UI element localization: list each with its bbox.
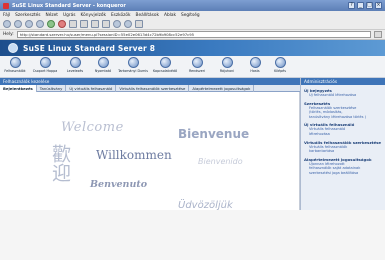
admin-sidebar: Adminisztrációs Új bejegyzés Új felhaszn… [300,78,385,210]
url-input[interactable]: http://standard.szerver.hu/suser/menu.pl… [16,31,371,38]
exit-icon [274,57,286,68]
app-item-users[interactable]: Felhasználók [0,57,30,73]
home-icon[interactable] [36,20,44,28]
app-item-label: Rájuhoni [219,69,235,73]
browser-window: SuSE Linux Standard Server - konqueror ?… [0,0,385,260]
connection-icon [159,57,171,68]
menu-file[interactable]: Fájl [3,13,10,18]
app-item-label: Hosts [250,69,260,73]
app-toolbar: Felhasználók Csoport Hoppa Levelezés Nyo… [0,56,385,78]
tab-new-virtual-user[interactable]: Új virtuális felhasználó [66,85,117,92]
tab-default-permissions[interactable]: Alapértelmezett jogosultságok [189,85,255,92]
title-bar: SuSE Linux Standard Server - konqueror ?… [0,0,385,11]
paste-icon[interactable] [91,20,99,28]
app-item-label: Levelezés [66,69,84,73]
copy-icon[interactable] [80,20,88,28]
app-item-label: Kapcsolatvédő [152,69,178,73]
app-item-label: Rendszeri [188,69,206,73]
brand-title: SuSE Linux Standard Server 8 [23,43,156,53]
app-item-label: Felhasználók [4,69,26,73]
sidebar-group-new-virtual: Új virtuális felhasználó Virtuális felha… [301,119,385,136]
navigation-toolbar [0,19,385,30]
reload-icon[interactable] [47,20,55,28]
go-button[interactable] [374,31,382,38]
groups-icon [39,57,51,68]
suse-logo-icon [8,43,18,53]
sidebar-header: Adminisztrációs [301,78,385,85]
location-label: Hely: [3,32,14,37]
app-item-groups[interactable]: Csoport Hoppa [30,57,60,73]
zoom-in-icon[interactable] [113,20,121,28]
window-controls: ? _ □ × [348,2,382,9]
menu-window[interactable]: Ablak [164,13,176,18]
brand-header: SuSE Linux Standard Server 8 [0,40,385,56]
sidebar-group-edit-virtual: Virtuális felhasználók szerkesztése Virt… [301,137,385,154]
print-icon[interactable] [102,20,110,28]
domain-icon [127,57,139,68]
tab-certificate[interactable]: Tanúsítvány [37,85,67,92]
app-item-label: Tartományi Dumis [118,69,148,73]
sidebar-group-new-entry: Új bejegyzés Új felhasználó létrehozása [301,85,385,98]
sidebar-group-edit: Szerkesztés Felhasználók szerkesztése (t… [301,98,385,120]
settings-icon [221,57,233,68]
close-button[interactable]: × [375,2,382,9]
app-item-label: Kilépés [274,69,286,73]
minimize-button[interactable]: _ [357,2,364,9]
welcome-text-en: Welcome [61,120,124,135]
app-item-label: Nyomtató [94,69,112,73]
welcome-text-fr: Bienvenue [178,127,250,141]
app-item-settings[interactable]: Rájuhoni [212,57,242,73]
cut-icon[interactable] [69,20,77,28]
menu-edit[interactable]: Szerkesztés [15,13,40,18]
back-icon[interactable] [3,20,11,28]
zoom-out-icon[interactable] [124,20,132,28]
printer-icon [97,57,109,68]
section-title: Felhasználók kezelése [0,78,300,85]
sidebar-link-detail[interactable]: szerkesztési joga beállítása [304,171,385,176]
app-item-exit[interactable]: Kilépés [265,57,295,73]
menu-bar: Fájl Szerkesztés Nézet Ugrás Könyvjelzők… [0,11,385,19]
hosts-icon [249,57,261,68]
stop-icon[interactable] [58,20,66,28]
konqueror-icon [3,2,9,9]
welcome-text-it: Benvenuto [90,179,148,190]
menu-settings[interactable]: Beállítások [136,13,159,18]
menu-help[interactable]: Segítség [181,13,200,18]
empty-page-area [0,210,385,260]
up-icon[interactable] [25,20,33,28]
tab-bar: Bejelentkezés Tanúsítvány Új virtuális f… [0,85,300,92]
app-item-connection[interactable]: Kapcsolatvédő [150,57,180,73]
app-item-printer[interactable]: Nyomtató [88,57,118,73]
menu-go[interactable]: Ugrás [63,13,76,18]
users-icon [9,57,21,68]
app-item-domain[interactable]: Tartományi Dumis [118,57,148,73]
app-item-system[interactable]: Rendszeri [182,57,212,73]
menu-bookmarks[interactable]: Könyvjelzők [81,13,106,18]
system-icon [191,57,203,68]
tab-edit-virtual-users[interactable]: Virtuális felhasználók szerkesztése [116,85,190,92]
welcome-text-zh: 歡迎 [49,144,71,182]
forward-icon[interactable] [14,20,22,28]
help-button[interactable]: ? [348,2,355,9]
window-title: SuSE Linux Standard Server - konqueror [12,2,126,9]
menu-view[interactable]: Nézet [46,13,58,18]
maximize-button[interactable]: □ [366,2,373,9]
location-bar: Hely: http://standard.szerver.hu/suser/m… [0,30,385,40]
welcome-panel: Welcome Bienvenue 歡迎 Willkommen Bienveni… [0,92,300,211]
mail-icon [69,57,81,68]
app-item-mail[interactable]: Levelezés [60,57,90,73]
sidebar-group-default-permissions: Alapértelmezett jogosultságok Újonnan lé… [301,154,385,176]
security-icon[interactable] [135,20,143,28]
tab-login[interactable]: Bejelentkezés [0,85,37,92]
menu-tools[interactable]: Eszközök [111,13,131,18]
welcome-text-es: Bienvenido [198,157,243,166]
welcome-text-de: Willkommen [96,148,172,162]
app-item-label: Csoport Hoppa [32,69,58,73]
sidebar-group-title[interactable]: Virtuális felhasználók szerkesztése [304,140,385,145]
